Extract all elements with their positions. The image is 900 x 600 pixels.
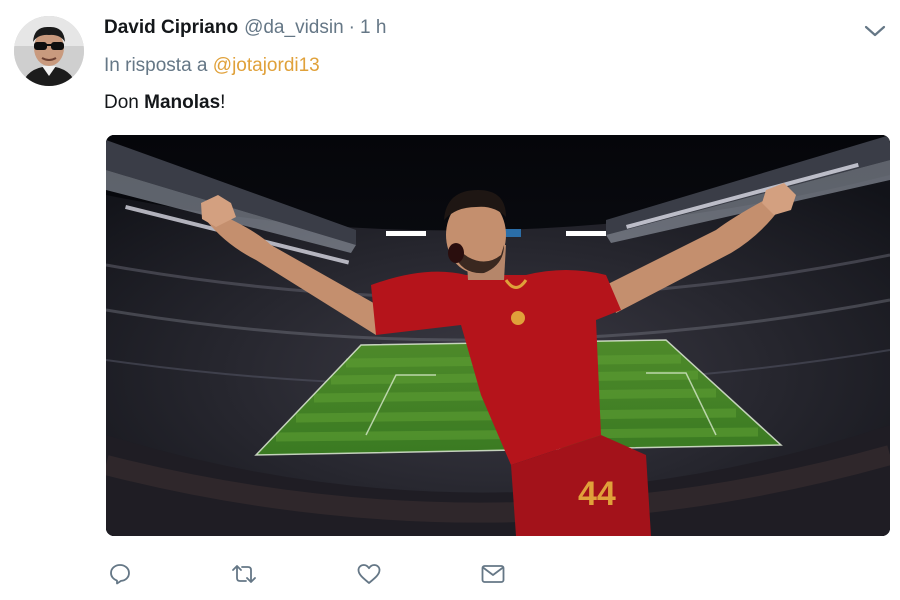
avatar-image [14,16,84,86]
tweet-media-image[interactable]: 44 [106,135,890,536]
reply-context: In risposta a @jotajordi13 [104,55,320,77]
reply-prefix: In risposta a [104,55,208,76]
separator-dot: · [348,17,355,38]
tweet-text-bold: Manolas [144,92,221,113]
avatar[interactable] [14,16,84,86]
more-options-button[interactable] [862,20,888,42]
tweet-text: Don Manolas! [104,92,225,114]
heart-icon [357,564,381,584]
like-button[interactable] [349,556,389,592]
jersey-number: 44 [578,475,616,513]
tweet-header: David Cipriano @da_vidsin · 1 h [104,17,386,43]
direct-message-button[interactable] [473,556,513,592]
tweet-text-suffix: ! [220,92,226,113]
display-name[interactable]: David Cipriano [104,17,238,39]
chevron-down-icon [864,25,886,37]
retweet-icon [232,565,256,583]
reply-mention-link[interactable]: @jotajordi13 [213,55,320,76]
tweet-text-prefix: Don [104,92,145,113]
reply-button[interactable] [100,556,140,592]
tweet: David Cipriano @da_vidsin · 1 h In rispo… [0,0,900,600]
stadium-photo: 44 [106,135,890,536]
envelope-icon [481,565,505,583]
reply-icon [110,564,130,585]
retweet-button[interactable] [224,556,264,592]
user-handle[interactable]: @da_vidsin [244,17,344,39]
timestamp[interactable]: 1 h [360,17,386,39]
tweet-actions [100,556,520,592]
